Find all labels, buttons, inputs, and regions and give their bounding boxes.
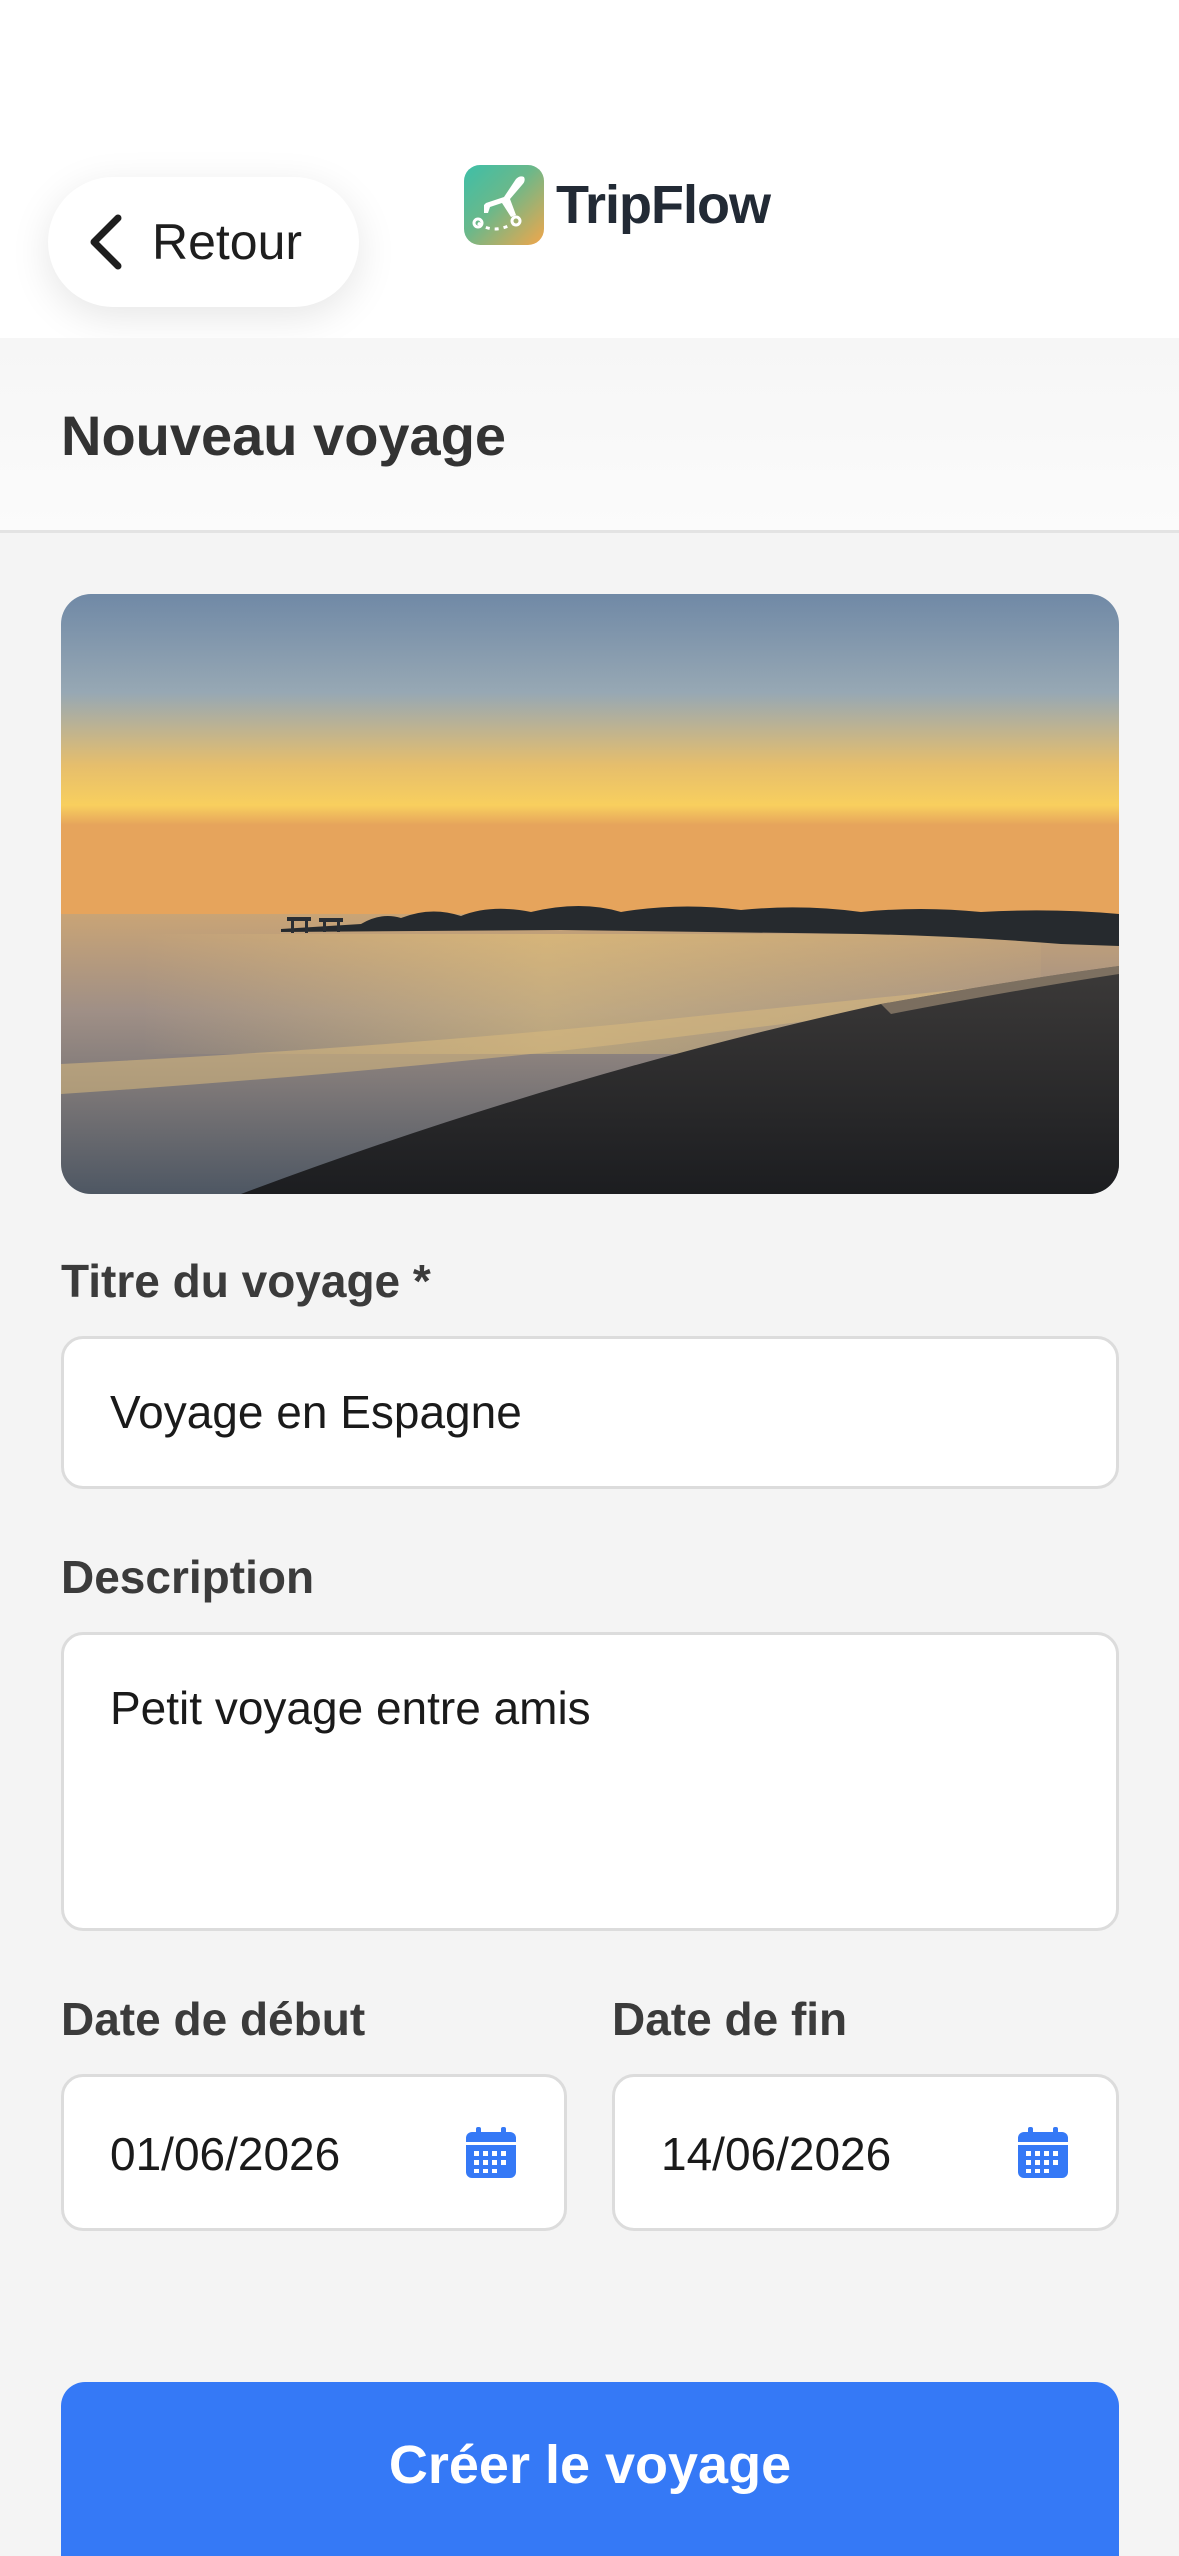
start-date-value: 01/06/2026 bbox=[110, 2128, 341, 2180]
start-date-input[interactable]: 01/06/2026 bbox=[61, 2074, 567, 2231]
end-date-input[interactable]: 14/06/2026 bbox=[612, 2074, 1119, 2231]
calendar-icon[interactable] bbox=[1016, 2126, 1070, 2180]
back-label: Retour bbox=[152, 214, 303, 270]
end-date-value: 14/06/2026 bbox=[661, 2128, 892, 2180]
description-value: Petit voyage entre amis bbox=[110, 1682, 591, 1734]
airplane-icon bbox=[472, 176, 525, 231]
create-trip-button[interactable]: Créer le voyage bbox=[61, 2382, 1119, 2556]
back-button[interactable]: Retour bbox=[48, 177, 359, 307]
chevron-left-icon bbox=[90, 214, 122, 270]
title-input-value: Voyage en Espagne bbox=[110, 1386, 522, 1438]
create-trip-label: Créer le voyage bbox=[388, 2435, 792, 2495]
description-label: Description bbox=[61, 1551, 315, 1603]
sunset-beach-photo bbox=[61, 594, 1119, 1194]
description-textarea[interactable]: Petit voyage entre amis bbox=[61, 1632, 1119, 1931]
cover-image[interactable] bbox=[61, 594, 1119, 1194]
end-date-label: Date de fin bbox=[612, 1993, 848, 2045]
calendar-icon[interactable] bbox=[464, 2126, 518, 2180]
logo bbox=[464, 165, 544, 245]
brand: TripFlow bbox=[464, 164, 771, 246]
brand-name: TripFlow bbox=[556, 175, 771, 235]
title-label: Titre du voyage * bbox=[61, 1255, 431, 1307]
start-date-label: Date de début bbox=[61, 1993, 366, 2045]
title-input[interactable]: Voyage en Espagne bbox=[61, 1336, 1119, 1489]
page-title: Nouveau voyage bbox=[61, 404, 507, 467]
